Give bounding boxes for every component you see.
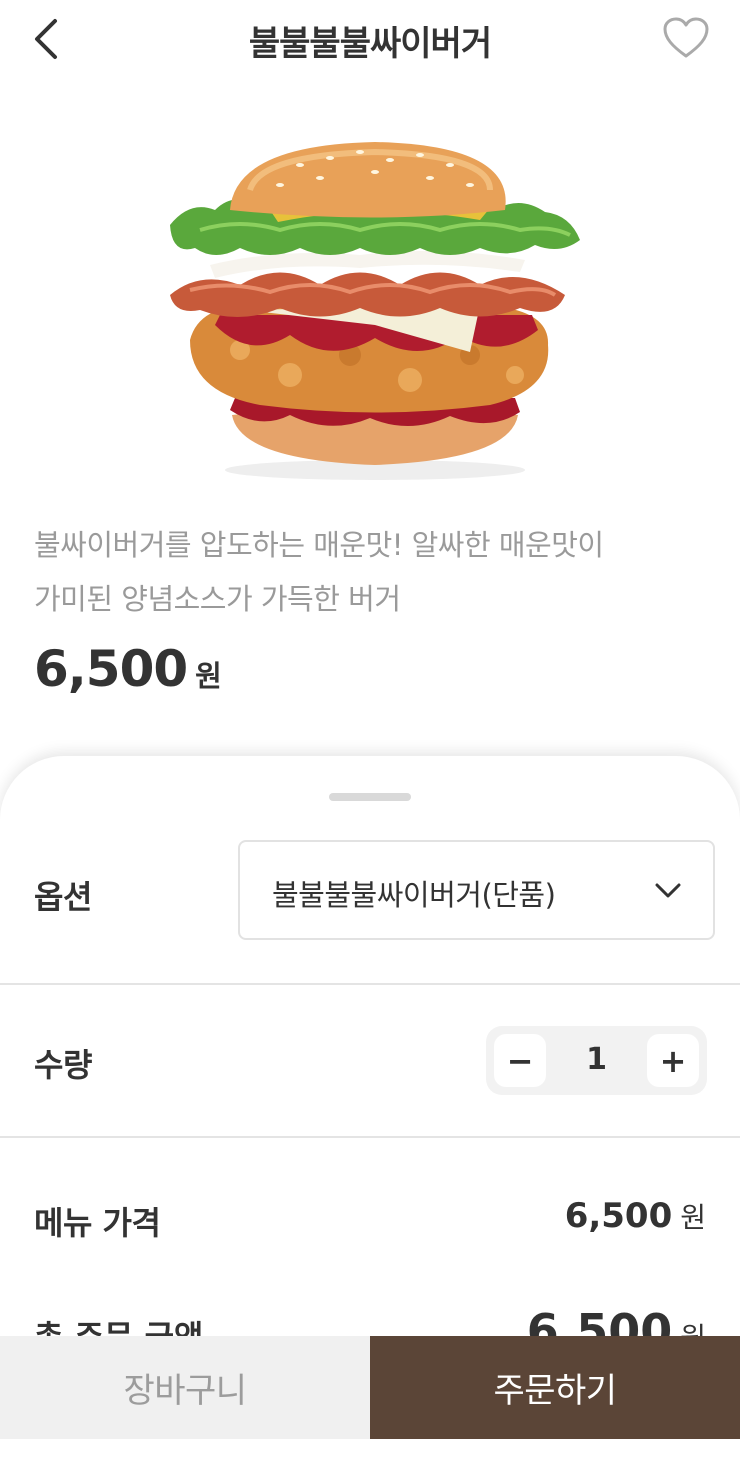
description-line: 불싸이버거를 압도하는 매운맛! 알싸한 매운맛이 <box>34 528 604 562</box>
cart-button[interactable]: 장바구니 <box>0 1336 370 1439</box>
option-label: 옵션 <box>34 878 92 916</box>
menu-price-unit: 원 <box>680 1201 706 1234</box>
selected-option: 불불불불싸이버거(단품) <box>272 878 556 912</box>
favorite-button[interactable] <box>660 14 712 62</box>
menu-price: 6,500 원 <box>565 1196 706 1236</box>
product-detail-page: 불불불불싸이버거 불싸이버거를 압도하는 매운맛! 알싸한 매운맛이 가미된 양… <box>0 0 740 1470</box>
price-unit: 원 <box>195 659 222 693</box>
increase-button[interactable]: + <box>647 1034 699 1087</box>
decrease-button[interactable]: − <box>494 1034 546 1087</box>
quantity-stepper: − 1 + <box>486 1026 707 1095</box>
chevron-down-icon <box>655 883 681 898</box>
description-line: 가미된 양념소스가 가득한 버거 <box>34 582 401 616</box>
bottom-action-bar: 장바구니 주문하기 <box>0 1336 740 1470</box>
menu-price-label: 메뉴 가격 <box>34 1204 161 1242</box>
sheet-handle[interactable] <box>329 793 411 801</box>
product-price: 6,500 원 <box>34 640 222 698</box>
header: 불불불불싸이버거 <box>0 0 740 80</box>
back-button[interactable] <box>24 14 68 64</box>
burger-image <box>170 142 580 480</box>
divider <box>0 1136 740 1138</box>
menu-price-value: 6,500 <box>564 1196 673 1236</box>
heart-outline-icon <box>663 17 709 58</box>
divider <box>0 983 740 985</box>
page-title: 불불불불싸이버거 <box>248 24 492 64</box>
order-button[interactable]: 주문하기 <box>370 1336 740 1439</box>
price-value: 6,500 <box>34 640 188 698</box>
option-select[interactable]: 불불불불싸이버거(단품) <box>238 840 715 940</box>
quantity-value: 1 <box>586 1042 607 1077</box>
product-description: 불싸이버거를 압도하는 매운맛! 알싸한 매운맛이 가미된 양념소스가 가득한 … <box>34 518 714 626</box>
chevron-left-icon <box>35 19 57 59</box>
quantity-label: 수량 <box>34 1046 92 1084</box>
